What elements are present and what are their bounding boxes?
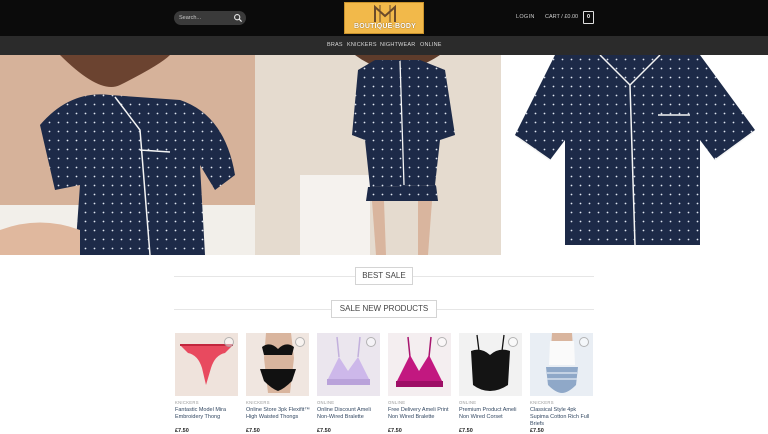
cart-link[interactable]: CART / £0.00 (545, 14, 578, 20)
nav-item-nightwear[interactable]: NIGHTWEAR (380, 42, 415, 48)
nav-item-online[interactable]: ONLINE (420, 42, 442, 48)
product-title[interactable]: Classical Style 4pk Supima Cotton Rich F… (530, 407, 596, 428)
product-image[interactable] (530, 333, 593, 396)
product-price: £7.50 (459, 428, 473, 434)
nav-item-bras[interactable]: BRAS (327, 42, 343, 48)
wishlist-heart-icon[interactable] (366, 337, 376, 347)
product-category: ONLINE (317, 400, 335, 405)
product-image[interactable] (246, 333, 309, 396)
product-title[interactable]: Fantastic Model Mira Embroidery Thong (175, 407, 241, 421)
wishlist-heart-icon[interactable] (437, 337, 447, 347)
product-price: £7.50 (388, 428, 402, 434)
product-title[interactable]: Free Delivery Ameli Print Non Wired Bral… (388, 407, 454, 421)
logo-text: BOUTIQUE-BODY (353, 23, 417, 30)
hero-banner[interactable] (0, 55, 768, 255)
product-price: £7.50 (175, 428, 189, 434)
product-category: KNICKERS (530, 400, 554, 405)
product-price: £7.50 (246, 428, 260, 434)
hero-image (0, 55, 768, 255)
main-nav: BRAS KNICKERS NIGHTWEAR ONLINE (0, 36, 768, 55)
wishlist-heart-icon[interactable] (224, 337, 234, 347)
logo-m-icon (374, 4, 396, 22)
search-input[interactable]: Search... (174, 11, 246, 25)
product-category: ONLINE (388, 400, 406, 405)
new-products-heading: SALE NEW PRODUCTS (331, 300, 437, 318)
site-logo[interactable]: BOUTIQUE-BODY (344, 2, 424, 34)
nav-item-knickers[interactable]: KNICKERS (347, 42, 377, 48)
product-category: ONLINE (459, 400, 477, 405)
wishlist-heart-icon[interactable] (579, 337, 589, 347)
search-placeholder: Search... (179, 15, 202, 21)
product-price: £7.50 (317, 428, 331, 434)
cart-count-badge[interactable]: 0 (583, 11, 594, 24)
product-image[interactable] (459, 333, 522, 396)
login-link[interactable]: LOGIN (516, 14, 535, 20)
product-title[interactable]: Online Store 3pk Flexifit™ High Waisted … (246, 407, 312, 421)
wishlist-heart-icon[interactable] (508, 337, 518, 347)
product-title[interactable]: Premium Product Ameli Non Wired Corset (459, 407, 525, 421)
product-category: KNICKERS (175, 400, 199, 405)
product-image[interactable] (388, 333, 451, 396)
top-header: Search... BOUTIQUE-BODY LOGIN CART / £0.… (0, 0, 768, 36)
best-sale-heading: BEST SALE (355, 267, 413, 285)
product-image[interactable] (317, 333, 380, 396)
product-category: KNICKERS (246, 400, 270, 405)
product-title[interactable]: Online Discount Ameli Non-Wired Bralette (317, 407, 383, 421)
wishlist-heart-icon[interactable] (295, 337, 305, 347)
search-icon[interactable] (233, 13, 243, 23)
product-image[interactable] (175, 333, 238, 396)
product-price: £7.50 (530, 428, 544, 434)
